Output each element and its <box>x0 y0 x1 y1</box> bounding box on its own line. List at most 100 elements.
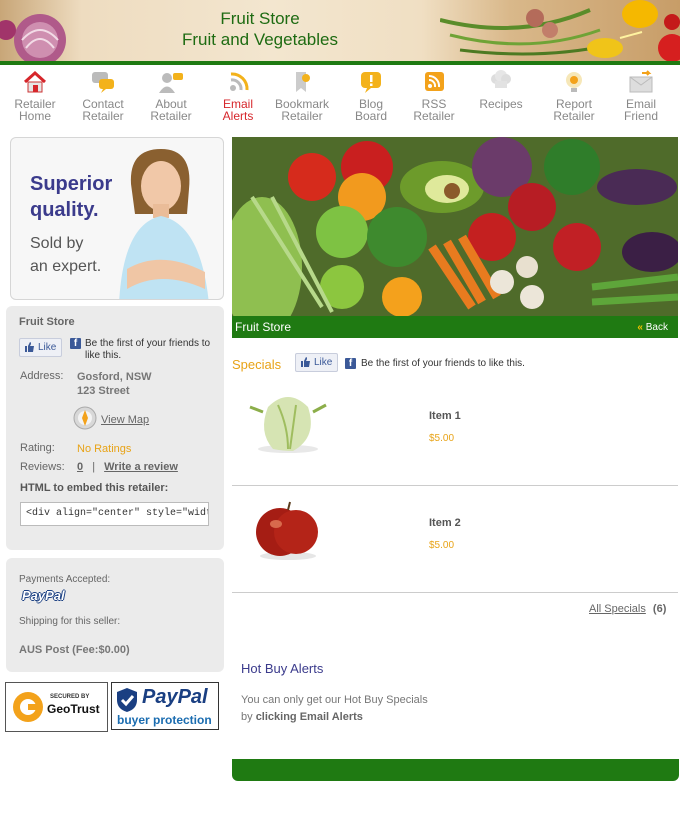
double-chevron-left-icon: « <box>637 322 643 333</box>
address-line: 123 Street <box>77 385 130 397</box>
hero-store-name: Fruit Store <box>235 320 292 334</box>
nav-contact-retailer[interactable]: Contact Retailer <box>70 66 136 122</box>
hot-buy-text: You can only get our Hot Buy Specials by… <box>241 692 428 726</box>
reviews-count-link[interactable]: 0 <box>77 461 83 473</box>
all-specials-count: (6) <box>652 603 667 615</box>
rss-feed-icon <box>425 72 444 91</box>
reviews-label: Reviews: <box>20 461 65 473</box>
rating-value: No Ratings <box>77 443 132 455</box>
write-review-link[interactable]: Write a review <box>104 461 178 473</box>
shipping-value: AUS Post (Fee:$0.00) <box>19 644 130 656</box>
nav-label: Retailer Home <box>14 97 56 123</box>
nav-label: Email Alerts <box>222 97 254 123</box>
vegetables-banner-image <box>440 0 680 62</box>
back-text: Back <box>645 322 668 333</box>
nav-email-friend[interactable]: Email Friend <box>608 66 674 122</box>
special-item-name: Item 1 <box>429 410 461 422</box>
fennel-image <box>249 397 327 453</box>
special-item-name: Item 2 <box>429 517 461 529</box>
payments-accepted-label: Payments Accepted: <box>19 574 111 585</box>
globe-icon <box>73 406 97 430</box>
nav-label: Blog Board <box>354 97 388 123</box>
like-label: Like <box>38 342 57 353</box>
envelope-icon <box>629 70 653 93</box>
nav-blog-board[interactable]: Blog Board <box>338 66 404 122</box>
header-divider <box>0 61 680 65</box>
all-specials-link[interactable]: All Specials <box>589 603 646 615</box>
embed-code-field[interactable]: <div align="center" style="width:208px <box>20 502 209 526</box>
address-label: Address: <box>20 370 64 382</box>
nav-label: Report Retailer <box>553 97 595 123</box>
nav-report-retailer[interactable]: Report Retailer <box>541 66 607 122</box>
address-line: Gosford, NSW <box>77 371 152 383</box>
hero-produce-image <box>232 137 678 318</box>
nav-label: Recipes <box>479 97 523 111</box>
promo-headline: quality. <box>30 199 99 221</box>
hot-buy-line: You can only get our Hot Buy Specials <box>241 694 428 706</box>
nav-label: Bookmark Retailer <box>274 97 330 123</box>
thumbs-up-icon <box>25 342 34 352</box>
nav-email-alerts[interactable]: Email Alerts <box>205 66 271 122</box>
nav-label: RSS Retailer <box>413 97 455 123</box>
special-item[interactable]: Item 2 $5.00 <box>232 486 678 593</box>
bookmark-icon <box>296 72 310 92</box>
promo-subtext: Sold by <box>30 235 84 252</box>
like-social-text: Be the first of your friends to like thi… <box>361 358 525 369</box>
rss-icon <box>230 72 249 91</box>
promo-banner[interactable]: Superior quality. Sold by an expert. <box>10 137 224 300</box>
geotrust-name: GeoTrust <box>47 702 100 716</box>
all-specials-row: All Specials (6) <box>589 603 666 615</box>
geotrust-badge[interactable]: SECURED BY GeoTrust <box>5 682 108 732</box>
like-social-text: Be the first of your friends to like thi… <box>85 338 211 361</box>
rating-label: Rating: <box>20 442 55 454</box>
nav-retailer-home[interactable]: Retailer Home <box>2 66 68 122</box>
shipping-label: Shipping for this seller: <box>19 616 121 627</box>
header-title: Fruit Store <box>220 9 300 28</box>
chef-hat-icon <box>491 70 511 88</box>
woman-portrait-image <box>119 149 209 299</box>
back-link[interactable]: « Back <box>637 322 668 333</box>
nav-recipes[interactable]: Recipes <box>468 66 534 110</box>
bulb-icon <box>566 72 582 92</box>
payment-panel: Payments Accepted: PayPal Shipping for t… <box>6 558 224 672</box>
store-name: Fruit Store <box>19 316 75 328</box>
header-subtitle: Fruit and Vegetables <box>182 30 338 49</box>
main-nav: Retailer Home Contact Retailer About Ret… <box>0 66 680 130</box>
specials-heading: Specials <box>232 357 282 372</box>
nav-rss-retailer[interactable]: RSS Retailer <box>401 66 467 122</box>
nav-label: About Retailer <box>150 97 192 123</box>
house-icon <box>23 70 47 93</box>
promo-subtext: an expert. <box>30 258 102 275</box>
facebook-like-button[interactable]: Like <box>295 353 339 372</box>
person-icon <box>159 73 183 93</box>
shield-check-icon <box>117 688 137 712</box>
exclamation-bubble-icon <box>361 72 381 93</box>
nav-label: Email Friend <box>623 97 658 123</box>
like-label: Like <box>314 357 333 368</box>
chat-bubbles-icon <box>92 72 114 93</box>
paypal-buyer-protection-badge[interactable]: PayPal buyer protection <box>111 682 219 730</box>
hot-buy-email-alerts[interactable]: clicking Email Alerts <box>256 711 363 723</box>
site-header: Fruit Store Fruit and Vegetables <box>0 0 680 62</box>
apple-image <box>256 501 318 560</box>
content-footer-bar <box>232 759 679 781</box>
facebook-icon: f <box>70 338 81 349</box>
reviews-separator: | <box>92 461 96 473</box>
thumbs-up-icon <box>301 357 310 367</box>
facebook-icon: f <box>345 358 356 369</box>
nav-about-retailer[interactable]: About Retailer <box>138 66 204 122</box>
nav-bookmark-retailer[interactable]: Bookmark Retailer <box>269 66 335 122</box>
hot-buy-prefix: by <box>241 711 253 723</box>
promo-headline: Superior <box>30 173 113 195</box>
paypal-badge-subtitle: buyer protection <box>117 713 212 727</box>
paypal-logo: PayPal <box>22 588 65 603</box>
store-info-panel: Fruit Store Like f Be the first of your … <box>6 306 224 550</box>
hero-caption-bar: Fruit Store « Back <box>232 316 678 338</box>
view-map-text[interactable]: View Map <box>101 414 149 426</box>
facebook-like-button[interactable]: Like <box>19 338 63 357</box>
special-item-price: $5.00 <box>429 540 455 551</box>
special-item[interactable]: Item 1 $5.00 <box>232 379 678 486</box>
paypal-badge-name: PayPal <box>142 686 208 708</box>
special-item-price: $5.00 <box>429 433 455 444</box>
hot-buy-heading: Hot Buy Alerts <box>241 661 324 676</box>
